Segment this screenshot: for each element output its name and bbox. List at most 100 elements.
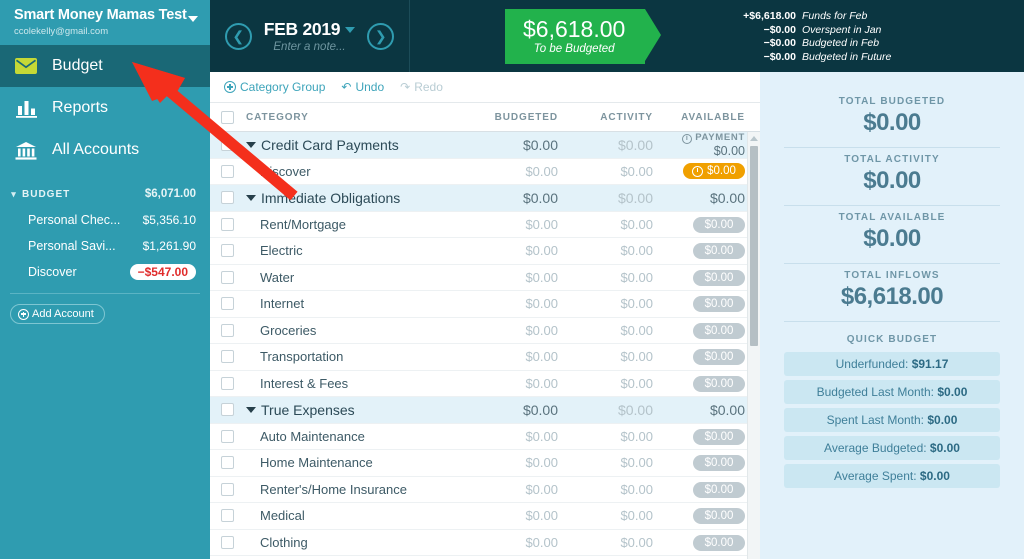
row-checkbox[interactable]: [220, 482, 234, 496]
activity-cell[interactable]: $0.00: [570, 137, 665, 153]
activity-cell[interactable]: $0.00: [570, 429, 665, 444]
collapse-triangle-icon[interactable]: [246, 406, 256, 413]
row-checkbox[interactable]: [220, 535, 234, 549]
available-cell[interactable]: $0.00: [665, 269, 760, 286]
activity-cell[interactable]: $0.00: [570, 190, 665, 206]
available-cell[interactable]: $0.00: [665, 242, 760, 260]
sidebar-item-budget[interactable]: Budget: [0, 45, 210, 87]
chevron-down-small-icon[interactable]: ▾: [6, 189, 22, 200]
row-checkbox[interactable]: [220, 350, 234, 364]
row-checkbox[interactable]: [220, 297, 234, 311]
table-row[interactable]: Internet $0.00 $0.00 $0.00: [210, 291, 760, 318]
available-cell[interactable]: i PAYMENT $0.00: [665, 132, 760, 157]
budgeted-cell[interactable]: $0.00: [475, 217, 570, 232]
table-row[interactable]: Interest & Fees $0.00 $0.00 $0.00: [210, 370, 760, 397]
available-cell[interactable]: $0.00: [665, 375, 760, 392]
activity-cell[interactable]: $0.00: [570, 482, 665, 497]
undo-button[interactable]: ↶ Undo: [341, 80, 384, 94]
table-row[interactable]: True Expenses $0.00 $0.00 $0.00: [210, 397, 760, 424]
activity-cell[interactable]: $0.00: [570, 535, 665, 550]
activity-cell[interactable]: $0.00: [570, 349, 665, 364]
table-row[interactable]: Medical $0.00 $0.00 $0.00: [210, 503, 760, 530]
row-checkbox[interactable]: [220, 191, 234, 205]
row-checkbox[interactable]: [220, 456, 234, 470]
table-row[interactable]: Home Maintenance $0.00 $0.00 $0.00: [210, 450, 760, 477]
scrollbar-thumb[interactable]: [750, 146, 758, 346]
activity-cell[interactable]: $0.00: [570, 323, 665, 338]
table-row[interactable]: Water $0.00 $0.00 $0.00: [210, 264, 760, 291]
activity-cell[interactable]: $0.00: [570, 455, 665, 470]
row-checkbox[interactable]: [220, 217, 234, 231]
row-checkbox[interactable]: [220, 376, 234, 390]
budgeted-cell[interactable]: $0.00: [475, 323, 570, 338]
activity-cell[interactable]: $0.00: [570, 376, 665, 391]
budgeted-cell[interactable]: $0.00: [475, 429, 570, 444]
budgeted-cell[interactable]: $0.00: [475, 349, 570, 364]
activity-cell[interactable]: $0.00: [570, 296, 665, 311]
available-cell[interactable]: $0.00: [665, 322, 760, 339]
budgeted-cell[interactable]: $0.00: [475, 296, 570, 311]
account-row[interactable]: Personal Chec... $5,356.10: [0, 207, 210, 233]
budgeted-cell[interactable]: $0.00: [475, 164, 570, 179]
activity-cell[interactable]: $0.00: [570, 243, 665, 258]
available-cell[interactable]: $0.00: [665, 534, 760, 551]
table-row[interactable]: Electric $0.00 $0.00 $0.00: [210, 238, 760, 265]
table-row[interactable]: Auto Maintenance $0.00 $0.00 $0.00: [210, 423, 760, 450]
scroll-up-arrow-icon[interactable]: [750, 136, 758, 141]
quick-budget-spent-last-month-button[interactable]: Spent Last Month: $0.00: [784, 408, 1000, 432]
month-display[interactable]: FEB 2019 Enter a note...: [264, 19, 356, 53]
add-category-group-button[interactable]: Category Group: [224, 80, 325, 94]
sidebar-item-reports[interactable]: Reports: [0, 87, 210, 129]
table-row[interactable]: Transportation $0.00 $0.00 $0.00: [210, 344, 760, 371]
row-checkbox[interactable]: [220, 509, 234, 523]
quick-budget-budgeted-last-month-button[interactable]: Budgeted Last Month: $0.00: [784, 380, 1000, 404]
activity-cell[interactable]: $0.00: [570, 508, 665, 523]
account-row[interactable]: Discover −$547.00: [0, 259, 210, 285]
budgeted-cell[interactable]: $0.00: [475, 137, 570, 153]
activity-cell[interactable]: $0.00: [570, 164, 665, 179]
available-cell[interactable]: $0.00: [665, 402, 760, 418]
row-checkbox[interactable]: [220, 403, 234, 417]
month-note-input[interactable]: Enter a note...: [264, 41, 355, 53]
budgeted-cell[interactable]: $0.00: [475, 190, 570, 206]
budgeted-cell[interactable]: $0.00: [475, 482, 570, 497]
available-cell[interactable]: $0.00: [665, 190, 760, 206]
chevron-down-icon[interactable]: [188, 16, 198, 22]
table-row[interactable]: Groceries $0.00 $0.00 $0.00: [210, 317, 760, 344]
quick-budget-average-budgeted-button[interactable]: Average Budgeted: $0.00: [784, 436, 1000, 460]
budget-switcher[interactable]: Smart Money Mamas Test ccolekelly@gmail.…: [0, 0, 210, 45]
available-cell[interactable]: $0.00: [665, 295, 760, 313]
add-account-button[interactable]: Add Account: [10, 304, 105, 324]
row-checkbox[interactable]: [220, 429, 234, 443]
available-cell[interactable]: $0.00: [665, 216, 760, 233]
column-header-activity[interactable]: ACTIVITY: [570, 112, 665, 123]
table-row[interactable]: Immediate Obligations $0.00 $0.00 $0.00: [210, 185, 760, 212]
to-be-budgeted-banner[interactable]: $6,618.00 To be Budgeted: [505, 8, 662, 64]
row-checkbox[interactable]: [220, 270, 234, 284]
quick-budget-average-spent-button[interactable]: Average Spent: $0.00: [784, 464, 1000, 488]
column-header-budgeted[interactable]: BUDGETED: [475, 112, 570, 123]
quick-budget-underfunded-button[interactable]: Underfunded: $91.17: [784, 352, 1000, 376]
row-checkbox[interactable]: [220, 323, 234, 337]
budgeted-cell[interactable]: $0.00: [475, 455, 570, 470]
table-row[interactable]: Renter's/Home Insurance $0.00 $0.00 $0.0…: [210, 476, 760, 503]
budgeted-cell[interactable]: $0.00: [475, 243, 570, 258]
chevron-left-circle-icon[interactable]: ❮: [224, 22, 252, 50]
chevron-right-circle-icon[interactable]: ❯: [367, 22, 395, 50]
budgeted-cell[interactable]: $0.00: [475, 508, 570, 523]
select-all-checkbox[interactable]: [220, 110, 234, 124]
available-cell[interactable]: $0.00: [665, 348, 760, 366]
column-header-available[interactable]: AVAILABLE: [665, 112, 760, 123]
chevron-down-icon[interactable]: [345, 27, 356, 34]
activity-cell[interactable]: $0.00: [570, 402, 665, 418]
table-row[interactable]: Credit Card Payments $0.00 $0.00 i PAYME…: [210, 132, 760, 159]
budgeted-cell[interactable]: $0.00: [475, 270, 570, 285]
budgeted-cell[interactable]: $0.00: [475, 402, 570, 418]
available-cell[interactable]: $0.00: [665, 507, 760, 525]
available-cell[interactable]: $0.00: [665, 454, 760, 472]
table-row[interactable]: Rent/Mortgage $0.00 $0.00 $0.00: [210, 211, 760, 238]
sidebar-item-all-accounts[interactable]: All Accounts: [0, 129, 210, 171]
row-checkbox[interactable]: [220, 164, 234, 178]
available-cell[interactable]: $0.00: [665, 481, 760, 498]
row-checkbox[interactable]: [220, 138, 234, 152]
